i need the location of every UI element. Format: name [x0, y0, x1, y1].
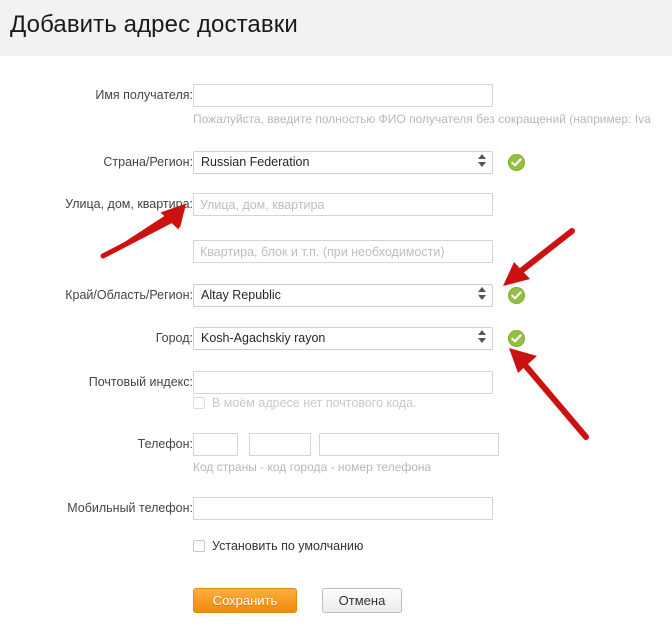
cancel-button[interactable]: Отмена: [322, 588, 402, 613]
mobile-phone-input[interactable]: [193, 497, 493, 520]
set-default-row[interactable]: Установить по умолчанию: [193, 539, 363, 553]
set-default-checkbox[interactable]: [193, 540, 205, 552]
street-line2-input[interactable]: [193, 240, 493, 263]
phone-country-code-input[interactable]: [193, 433, 238, 456]
city-valid-icon: [508, 330, 525, 347]
recipient-name-input[interactable]: [193, 84, 493, 107]
region-select[interactable]: Altay Republic: [193, 284, 493, 307]
country-select[interactable]: Russian Federation: [193, 151, 493, 174]
no-postal-code-row[interactable]: В моём адресе нет почтового кода.: [193, 396, 417, 410]
label-city: Город:: [155, 331, 193, 345]
label-street: Улица, дом, квартира:: [65, 197, 193, 211]
country-select-wrap: Russian Federation: [193, 151, 493, 174]
set-default-label: Установить по умолчанию: [212, 539, 364, 553]
address-form-page: Добавить адрес доставки Имя получателя: …: [0, 0, 672, 633]
label-country: Страна/Регион:: [103, 155, 193, 169]
no-postal-code-label: В моём адресе нет почтового кода.: [212, 396, 417, 410]
phone-number-input[interactable]: [319, 433, 499, 456]
phone-hint: Код страны - код города - номер телефона: [193, 460, 432, 474]
postal-code-input[interactable]: [193, 371, 493, 394]
phone-area-code-input[interactable]: [249, 433, 311, 456]
recipient-name-hint: Пожалуйста, введите полностью ФИО получа…: [193, 112, 651, 126]
form-card: Имя получателя: Пожалуйста, введите полн…: [14, 56, 672, 633]
region-valid-icon: [508, 287, 525, 304]
save-button[interactable]: Сохранить: [193, 588, 297, 613]
label-region: Край/Область/Регион:: [65, 288, 193, 302]
label-recipient-name: Имя получателя:: [95, 88, 193, 102]
city-select-wrap: Kosh-Agachskiy rayon: [193, 327, 493, 350]
label-mobile-phone: Мобильный телефон:: [67, 501, 193, 515]
label-phone: Телефон:: [137, 437, 193, 451]
street-input[interactable]: [193, 193, 493, 216]
region-select-wrap: Altay Republic: [193, 284, 493, 307]
no-postal-code-checkbox[interactable]: [193, 397, 205, 409]
country-valid-icon: [508, 154, 525, 171]
page-title: Добавить адрес доставки: [10, 11, 298, 38]
city-select[interactable]: Kosh-Agachskiy rayon: [193, 327, 493, 350]
label-postal-code: Почтовый индекс:: [88, 375, 193, 389]
